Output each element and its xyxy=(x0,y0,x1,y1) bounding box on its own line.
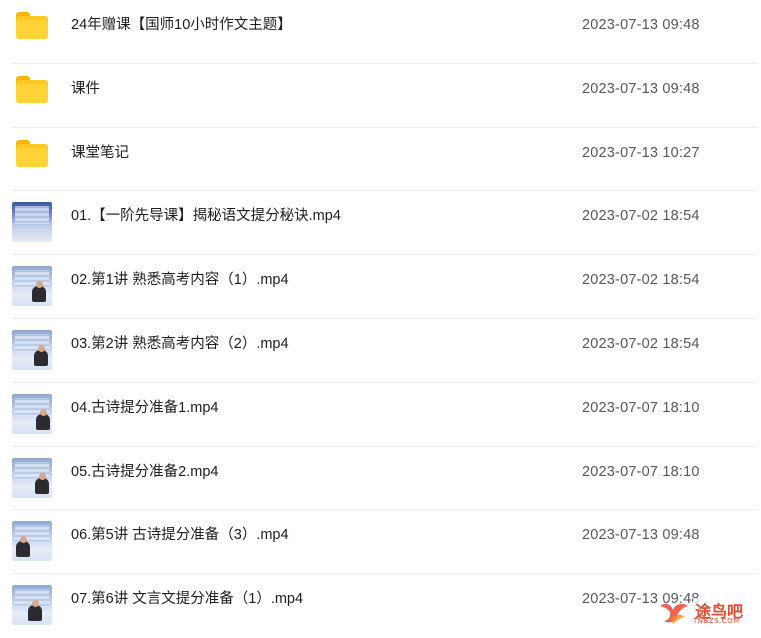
file-date: 2023-07-02 18:54 xyxy=(582,335,700,352)
file-name[interactable]: 03.第2讲 熟悉高考内容（2）.mp4 xyxy=(71,319,289,369)
folder-icon xyxy=(16,12,48,39)
file-row-folder[interactable]: 24年赠课【国师10小时作文主题】 2023-07-13 09:48 xyxy=(12,0,757,64)
file-name[interactable]: 04.古诗提分准备1.mp4 xyxy=(71,383,218,433)
file-name[interactable]: 01.【一阶先导课】揭秘语文提分秘诀.mp4 xyxy=(71,191,341,241)
video-thumbnail-icon xyxy=(12,585,52,626)
bird-logo-icon xyxy=(660,603,688,624)
file-date: 2023-07-13 09:48 xyxy=(582,17,700,33)
file-name[interactable]: 课件 xyxy=(71,64,100,114)
folder-icon xyxy=(16,139,48,167)
video-thumbnail-icon xyxy=(12,393,52,434)
file-name[interactable]: 06.第5讲 古诗提分准备（3）.mp4 xyxy=(71,510,289,560)
file-date: 2023-07-13 09:48 xyxy=(582,527,700,544)
file-row-video[interactable]: 07.第6讲 文言文提分准备（1）.mp4 2023-07-13 09:48 xyxy=(12,574,757,638)
file-name[interactable]: 课堂笔记 xyxy=(71,128,129,178)
file-date: 2023-07-13 10:27 xyxy=(582,144,700,161)
file-row-folder[interactable]: 课件 2023-07-13 09:48 xyxy=(12,64,757,128)
file-name[interactable]: 02.第1讲 熟悉高考内容（1）.mp4 xyxy=(71,255,289,305)
video-thumbnail-icon xyxy=(12,457,52,498)
watermark-subtext: TNBZS.COM xyxy=(693,617,740,625)
file-name[interactable]: 05.古诗提分准备2.mp4 xyxy=(71,447,218,497)
file-row-video[interactable]: 01.【一阶先导课】揭秘语文提分秘诀.mp4 2023-07-02 18:54 xyxy=(12,191,757,256)
file-row-video[interactable]: 04.古诗提分准备1.mp4 2023-07-07 18:10 xyxy=(12,383,757,447)
file-row-folder[interactable]: 课堂笔记 2023-07-13 10:27 xyxy=(12,128,757,192)
video-thumbnail-icon xyxy=(12,202,52,243)
file-name[interactable]: 07.第6讲 文言文提分准备（1）.mp4 xyxy=(71,574,303,624)
file-date: 2023-07-07 18:10 xyxy=(582,463,700,480)
file-row-video[interactable]: 02.第1讲 熟悉高考内容（1）.mp4 2023-07-02 18:54 xyxy=(12,255,757,319)
file-row-video[interactable]: 03.第2讲 熟悉高考内容（2）.mp4 2023-07-02 18:54 xyxy=(12,319,757,383)
file-row-video[interactable]: 05.古诗提分准备2.mp4 2023-07-07 18:10 xyxy=(12,447,757,511)
file-name[interactable]: 24年赠课【国师10小时作文主题】 xyxy=(71,0,292,50)
file-date: 2023-07-02 18:54 xyxy=(582,272,700,289)
watermark: 途鸟吧 TNBZS.COM xyxy=(657,598,753,628)
folder-icon xyxy=(16,75,48,103)
file-list: 24年赠课【国师10小时作文主题】 2023-07-13 09:48 课件 20… xyxy=(0,0,761,638)
file-date: 2023-07-13 09:48 xyxy=(582,80,700,97)
video-thumbnail-icon xyxy=(12,521,52,562)
video-thumbnail-icon xyxy=(12,266,52,307)
file-row-video[interactable]: 06.第5讲 古诗提分准备（3）.mp4 2023-07-13 09:48 xyxy=(12,510,757,575)
file-date: 2023-07-02 18:54 xyxy=(582,208,700,225)
file-date: 2023-07-07 18:10 xyxy=(582,399,700,416)
video-thumbnail-icon xyxy=(12,329,52,370)
